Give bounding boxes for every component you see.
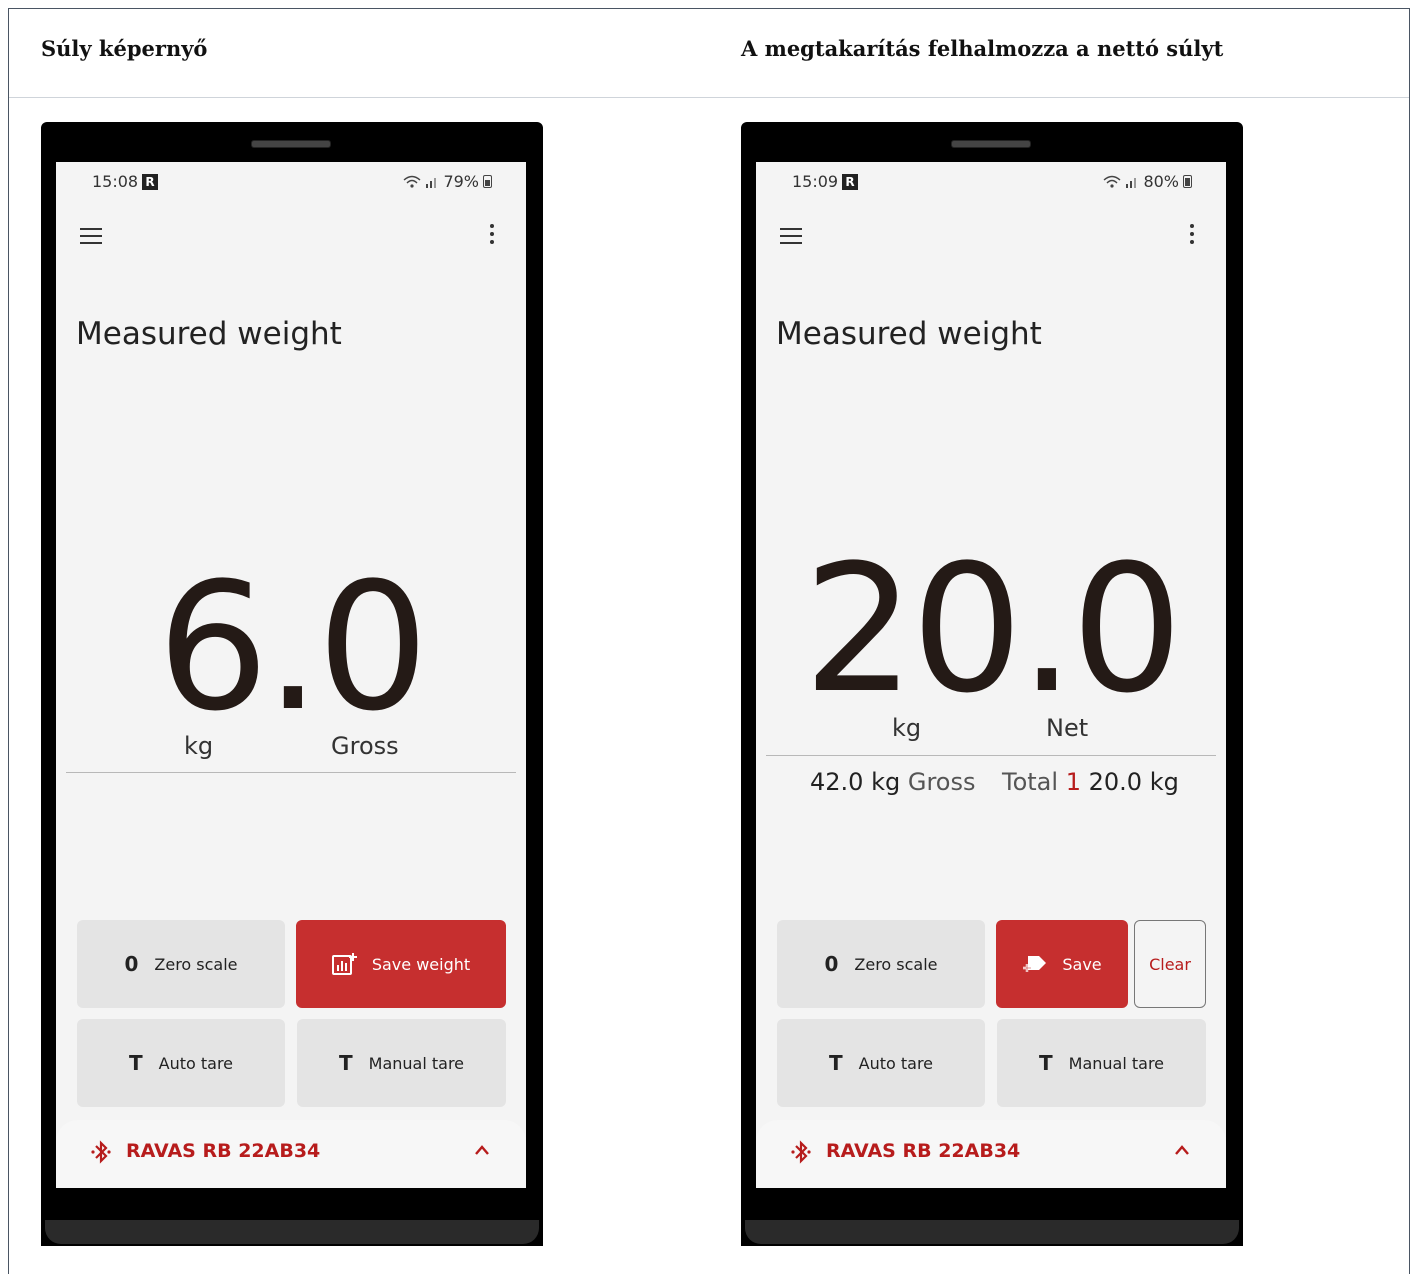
save-weight-button[interactable]: Save weight (296, 920, 506, 1008)
tare-icon: T (1038, 1051, 1053, 1075)
save-weight-label: Save weight (371, 954, 471, 974)
r-badge-icon: R (842, 174, 858, 190)
app-screen: 15:09 R 80% Measured weight 20.0 kg Net … (756, 162, 1226, 1188)
manual-tare-label: Manual tare (1068, 1053, 1165, 1073)
app-screen: 15:08 R 79% Measured weight 6.0 kg Gross… (56, 162, 526, 1188)
device-connection-bar[interactable]: RAVAS RB 22AB34 (756, 1120, 1226, 1188)
manual-tare-label: Manual tare (368, 1053, 465, 1073)
clear-button[interactable]: Clear (1134, 920, 1206, 1008)
speaker-grille (251, 140, 331, 148)
total-label: Total (1002, 768, 1059, 796)
hamburger-menu-icon[interactable] (780, 228, 802, 244)
weight-divider (766, 755, 1216, 756)
weight-value: 6.0 (157, 545, 429, 750)
measured-weight-title: Measured weight (776, 316, 1042, 352)
speaker-grille (951, 140, 1031, 148)
tare-icon: T (128, 1051, 143, 1075)
weight-unit: kg (892, 714, 922, 742)
save-label: Save (1062, 954, 1102, 974)
zero-icon: 0 (824, 952, 839, 976)
clear-label: Clear (1149, 954, 1191, 974)
status-indicators: 79% (403, 172, 492, 191)
hamburger-menu-icon[interactable] (80, 228, 102, 244)
left-column-header: Súly képernyő (41, 36, 208, 61)
status-bar: 15:08 R 79% (56, 172, 526, 196)
battery-percent: 80% (1143, 172, 1179, 191)
weight-divider (66, 772, 516, 773)
phone-screenshot-net-weight: 15:09 R 80% Measured weight 20.0 kg Net … (741, 122, 1243, 1246)
header-divider (9, 97, 1409, 98)
zero-scale-label: Zero scale (854, 954, 938, 974)
total-value: 20.0 kg (1088, 768, 1179, 796)
auto-tare-label: Auto tare (158, 1053, 234, 1073)
status-bar: 15:09 R 80% (756, 172, 1226, 196)
gross-value: 42.0 kg (810, 768, 901, 796)
weight-value: 20.0 (803, 527, 1183, 732)
device-name: RAVAS RB 22AB34 (126, 1140, 321, 1162)
device-name: RAVAS RB 22AB34 (826, 1140, 1021, 1162)
wifi-icon (403, 175, 421, 188)
tare-icon: T (828, 1051, 843, 1075)
signal-icon (1126, 177, 1137, 188)
phone-screenshot-weight-screen: 15:08 R 79% Measured weight 6.0 kg Gross… (41, 122, 543, 1246)
save-add-icon (1022, 953, 1048, 975)
r-badge-icon: R (142, 174, 158, 190)
status-time: 15:09 (792, 172, 839, 191)
battery-icon (483, 175, 492, 188)
phone-bottom-bezel (745, 1220, 1239, 1244)
zero-scale-label: Zero scale (154, 954, 238, 974)
weight-mode: Gross (331, 732, 399, 760)
chevron-up-icon[interactable] (1174, 1144, 1190, 1156)
auto-tare-button[interactable]: T Auto tare (777, 1019, 985, 1107)
signal-icon (426, 177, 437, 188)
gross-label: Gross (907, 768, 976, 796)
phone-bottom-bezel (45, 1220, 539, 1244)
device-connection-bar[interactable]: RAVAS RB 22AB34 (56, 1120, 526, 1188)
save-button[interactable]: Save (996, 920, 1128, 1008)
gross-summary: 42.0 kg Gross (810, 768, 975, 796)
weight-mode: Net (1046, 714, 1089, 742)
right-column-header: A megtakarítás felhalmozza a nettó súlyt (741, 36, 1224, 61)
auto-tare-label: Auto tare (858, 1053, 934, 1073)
battery-icon (1183, 175, 1192, 188)
manual-tare-button[interactable]: T Manual tare (297, 1019, 506, 1107)
chevron-up-icon[interactable] (474, 1144, 490, 1156)
total-summary: Total 1 20.0 kg (1002, 768, 1179, 796)
measured-weight-title: Measured weight (76, 316, 342, 352)
weight-unit: kg (184, 732, 214, 760)
save-chart-icon (331, 952, 358, 976)
bluetooth-searching-icon (791, 1140, 811, 1164)
auto-tare-button[interactable]: T Auto tare (77, 1019, 285, 1107)
zero-scale-button[interactable]: 0 Zero scale (777, 920, 985, 1008)
status-indicators: 80% (1103, 172, 1192, 191)
zero-scale-button[interactable]: 0 Zero scale (77, 920, 285, 1008)
total-count: 1 (1065, 768, 1081, 796)
zero-icon: 0 (124, 952, 139, 976)
battery-percent: 79% (443, 172, 479, 191)
more-options-icon[interactable] (488, 224, 496, 246)
more-options-icon[interactable] (1188, 224, 1196, 246)
manual-tare-button[interactable]: T Manual tare (997, 1019, 1206, 1107)
status-time: 15:08 (92, 172, 139, 191)
tare-icon: T (338, 1051, 353, 1075)
bluetooth-searching-icon (91, 1140, 111, 1164)
wifi-icon (1103, 175, 1121, 188)
